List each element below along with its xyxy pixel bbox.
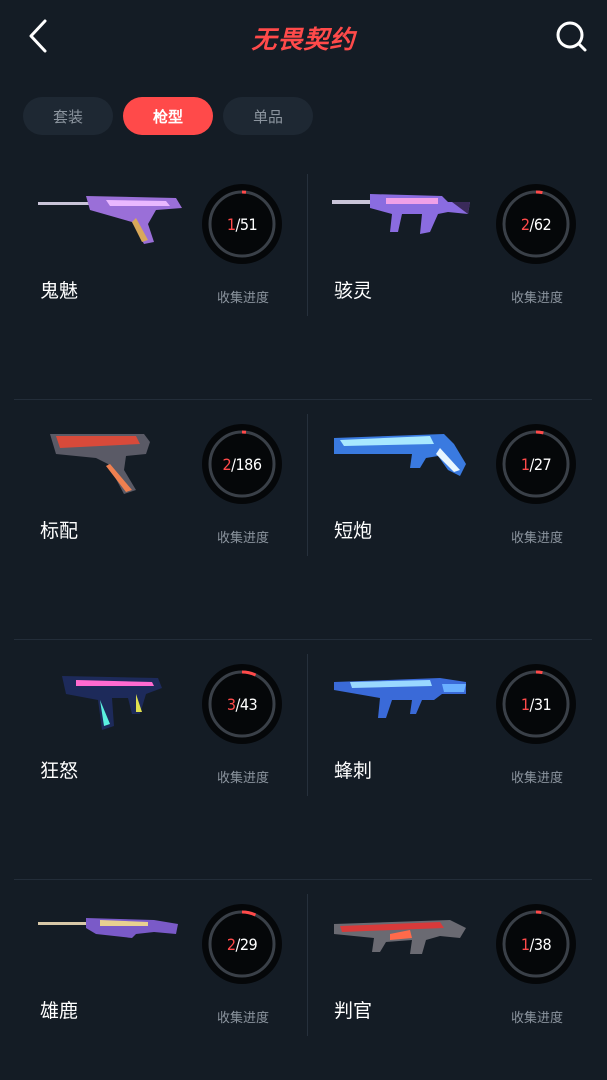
collection-progress-ring: 1/31 (496, 664, 576, 744)
total-count: 186 (235, 454, 262, 474)
weapon-name: 雄鹿 (40, 1000, 79, 1022)
weapon-row: 标配 2/186 收集进度 短炮 1/27 收集进度 (14, 400, 592, 640)
weapon-card[interactable]: 雄鹿 2/29 收集进度 (14, 880, 303, 1080)
total-count: 38 (533, 934, 552, 954)
collection-count: 3/43 (202, 664, 282, 744)
weapon-name: 蜂刺 (334, 760, 373, 782)
owned-count: 2 (222, 454, 232, 474)
shotgun-bucky-icon (38, 918, 178, 938)
progress-label: 收集进度 (511, 1011, 564, 1026)
progress-label: 收集进度 (511, 531, 564, 546)
progress-label: 收集进度 (217, 771, 270, 786)
collection-count: 2/186 (202, 424, 282, 504)
total-count: 31 (533, 694, 552, 714)
collection-count: 1/51 (202, 184, 282, 264)
owned-count: 2 (226, 934, 236, 954)
weapon-name: 狂怒 (40, 760, 79, 782)
shotgun-judge-icon (334, 920, 466, 954)
weapon-row: 狂怒 3/43 收集进度 蜂刺 1/31 收集进度 (14, 640, 592, 880)
collection-progress-ring: 3/43 (202, 664, 282, 744)
column-divider (307, 414, 308, 556)
weapon-card[interactable]: 短炮 1/27 收集进度 (308, 400, 597, 630)
column-divider (307, 894, 308, 1036)
progress-label: 收集进度 (217, 531, 270, 546)
total-count: 43 (239, 694, 258, 714)
smg-spectre-icon (332, 194, 470, 234)
weapon-card[interactable]: 狂怒 3/43 收集进度 (14, 640, 303, 870)
weapon-name: 短炮 (334, 520, 373, 542)
weapon-card[interactable]: 蜂刺 1/31 收集进度 (308, 640, 597, 870)
app-header: 无畏契约 (0, 0, 607, 72)
collection-count: 1/27 (496, 424, 576, 504)
weapon-card[interactable]: 标配 2/186 收集进度 (14, 400, 303, 630)
weapon-grid: 鬼魅 1/51 收集进度 骇灵 2/62 收集进度 标配 2 / 186 收集进… (14, 160, 592, 1080)
collection-progress-ring: 2/29 (202, 904, 282, 984)
collection-progress-ring: 1/38 (496, 904, 576, 984)
total-count: 27 (533, 454, 552, 474)
collection-progress-ring: 2/186 (202, 424, 282, 504)
weapon-row: 雄鹿 2/29 收集进度 判官 1/38 收集进度 (14, 880, 592, 1080)
progress-label: 收集进度 (511, 771, 564, 786)
weapon-card[interactable]: 判官 1/38 收集进度 (308, 880, 597, 1080)
total-count: 29 (239, 934, 258, 954)
category-tabs: 套装 枪型 单品 (23, 97, 313, 137)
owned-count: 1 (520, 934, 530, 954)
pistol-ghost-icon (38, 196, 182, 244)
owned-count: 1 (520, 454, 530, 474)
tab-weapon-type[interactable]: 枪型 (123, 97, 213, 135)
collection-progress-ring: 1/27 (496, 424, 576, 504)
progress-label: 收集进度 (217, 291, 270, 306)
weapon-name: 判官 (334, 1000, 373, 1022)
pistol-frenzy-icon (62, 676, 162, 730)
collection-progress-ring: 1/51 (202, 184, 282, 264)
weapon-name: 标配 (40, 520, 79, 542)
page-title: 无畏契约 (251, 25, 356, 54)
search-button[interactable] (553, 18, 589, 54)
collection-count: 1/31 (496, 664, 576, 744)
weapon-name: 骇灵 (334, 280, 373, 302)
owned-count: 1 (226, 214, 236, 234)
collection-count: 1/38 (496, 904, 576, 984)
collection-count: 2/29 (202, 904, 282, 984)
column-divider (307, 654, 308, 796)
tab-single-items[interactable]: 单品 (223, 97, 313, 135)
progress-label: 收集进度 (217, 1011, 270, 1026)
shotgun-shorty-icon (334, 434, 466, 476)
owned-count: 3 (226, 694, 236, 714)
tab-outfits[interactable]: 套装 (23, 97, 113, 135)
progress-label: 收集进度 (511, 291, 564, 306)
total-count: 51 (239, 214, 258, 234)
owned-count: 2 (520, 214, 530, 234)
weapon-card[interactable]: 骇灵 2/62 收集进度 (308, 160, 597, 390)
total-count: 62 (533, 214, 552, 234)
weapon-card[interactable]: 鬼魅 1/51 收集进度 (14, 160, 303, 390)
smg-stinger-icon (334, 678, 466, 718)
weapon-row: 鬼魅 1/51 收集进度 骇灵 2/62 收集进度 (14, 160, 592, 400)
collection-progress-ring: 2/62 (496, 184, 576, 264)
collection-count: 2/62 (496, 184, 576, 264)
weapon-name: 鬼魅 (40, 280, 79, 302)
pistol-classic-icon (50, 434, 150, 494)
search-icon (556, 21, 587, 52)
owned-count: 1 (520, 694, 530, 714)
column-divider (307, 174, 308, 316)
